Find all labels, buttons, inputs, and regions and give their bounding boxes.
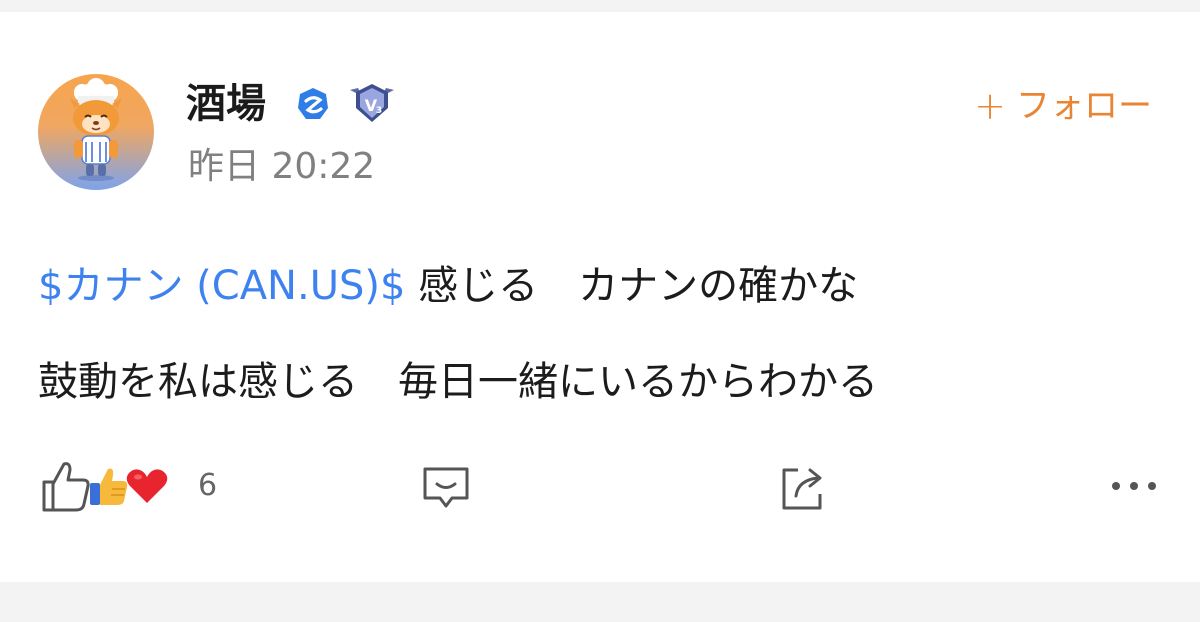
svg-text:3: 3 [376,106,382,116]
level-badge-v3-icon: V 3 [350,84,394,122]
post-text-1: 感じる カナンの確かな [405,263,859,309]
more-icon [1112,482,1156,490]
post-line-2: 鼓動を私は感じる 毎日一緒にいるからわかる [38,359,878,405]
heart-emoji-icon [126,469,168,503]
like-button[interactable]: 6 [38,458,217,514]
plus-icon: + [974,84,1006,128]
post-line-1: $カナン (CAN.US)$ 感じる カナンの確かな [38,238,1168,334]
more-button[interactable] [1108,476,1160,500]
post-timestamp: 昨日 20:22 [188,146,376,187]
author-name[interactable]: 酒場 [186,78,266,130]
reaction-count: 6 [198,468,218,503]
ticker-link[interactable]: $カナン (CAN.US)$ [38,263,405,309]
comment-icon [423,467,469,508]
follow-label: フォロー [1016,86,1152,126]
verified-badge-icon [298,88,328,119]
post-card: 酒場 V 3 昨日 20:22 + フォロー $カナン (CAN.US)$ 感じ… [0,12,1200,582]
share-icon [782,468,822,510]
chef-mascot-icon [70,78,122,181]
avatar[interactable] [38,74,154,190]
follow-button[interactable]: + フォロー [974,82,1152,130]
thumbs-up-outline-icon [42,462,90,512]
post-body: $カナン (CAN.US)$ 感じる カナンの確かな 鼓動を私は感じる 毎日一緒… [38,238,1168,430]
share-button[interactable] [776,462,828,518]
action-bar: 6 [0,458,1200,518]
comment-button[interactable] [420,464,472,516]
